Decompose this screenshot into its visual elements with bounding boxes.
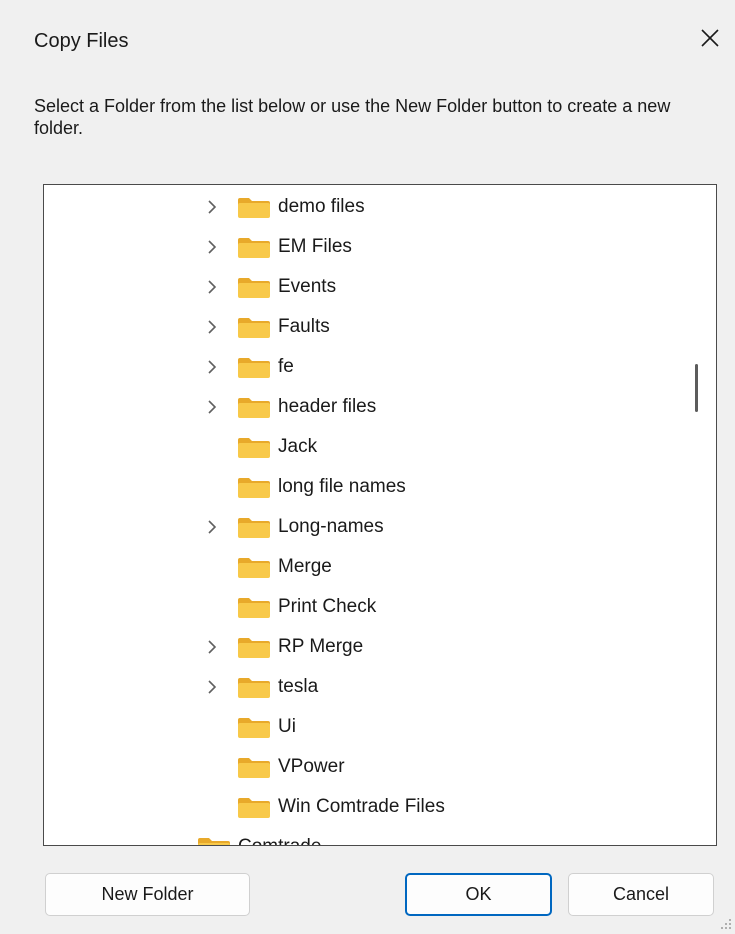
chevron-right-icon[interactable] xyxy=(204,279,220,295)
tree-item[interactable]: fe xyxy=(44,347,684,387)
folder-icon xyxy=(238,638,270,658)
tree-item-label: Ui xyxy=(278,716,296,737)
tree-item-label: long file names xyxy=(278,476,406,497)
tree-item-label: demo files xyxy=(278,196,365,217)
folder-icon xyxy=(238,358,270,378)
tree-item-partial[interactable]: Comtrade xyxy=(44,827,684,845)
chevron-right-icon[interactable] xyxy=(204,679,220,695)
tree-item-label: tesla xyxy=(278,676,319,697)
tree-item-label: Win Comtrade Files xyxy=(278,796,445,817)
tree-item-label: Print Check xyxy=(278,596,377,617)
folder-icon xyxy=(238,798,270,818)
resize-grip-icon[interactable] xyxy=(720,918,732,930)
tree-item[interactable]: Ui xyxy=(44,707,684,747)
ok-button[interactable]: OK xyxy=(405,873,552,916)
chevron-right-icon[interactable] xyxy=(204,519,220,535)
chevron-right-icon[interactable] xyxy=(204,239,220,255)
folder-icon xyxy=(238,518,270,538)
folder-icon xyxy=(238,438,270,458)
close-icon xyxy=(701,29,719,47)
tree-item-label: EM Files xyxy=(278,236,352,257)
folder-icon xyxy=(238,678,270,698)
chevron-right-icon[interactable] xyxy=(204,399,220,415)
tree-item-label: Jack xyxy=(278,436,318,457)
folder-icon xyxy=(238,238,270,258)
chevron-right-icon[interactable] xyxy=(204,359,220,375)
close-button[interactable] xyxy=(690,18,730,58)
new-folder-button[interactable]: New Folder xyxy=(45,873,250,916)
folder-icon xyxy=(238,278,270,298)
tree-item[interactable]: header files xyxy=(44,387,684,427)
tree-item[interactable]: Long-names xyxy=(44,507,684,547)
tree-item[interactable]: Merge xyxy=(44,547,684,587)
tree-item-label: VPower xyxy=(278,756,345,777)
folder-icon xyxy=(238,398,270,418)
tree-item[interactable]: Print Check xyxy=(44,587,684,627)
instructions-text: Select a Folder from the list below or u… xyxy=(34,96,671,138)
chevron-right-icon[interactable] xyxy=(204,319,220,335)
tree-item-label: Long-names xyxy=(278,516,384,537)
tree-item-label: Merge xyxy=(278,556,332,577)
copy-files-dialog: Copy Files Select a Folder from the list… xyxy=(0,0,735,934)
cancel-button[interactable]: Cancel xyxy=(568,873,714,916)
tree-item[interactable]: Faults xyxy=(44,307,684,347)
folder-icon xyxy=(238,198,270,218)
tree-item-label: Faults xyxy=(278,316,330,337)
tree-item[interactable]: demo files xyxy=(44,187,684,227)
folder-icon xyxy=(238,558,270,578)
folder-icon xyxy=(238,718,270,738)
folder-icon xyxy=(238,478,270,498)
scrollbar-thumb[interactable] xyxy=(695,364,698,412)
tree-item[interactable]: Events xyxy=(44,267,684,307)
tree-item[interactable]: long file names xyxy=(44,467,684,507)
dialog-title: Copy Files xyxy=(34,30,129,52)
tree-item-label: Events xyxy=(278,276,337,297)
tree-item-label: fe xyxy=(278,356,294,377)
folder-icon xyxy=(198,838,230,845)
folder-tree[interactable]: demo files EM Files Events Faults fe header f… xyxy=(43,184,717,846)
tree-item[interactable]: EM Files xyxy=(44,227,684,267)
folder-icon xyxy=(238,758,270,778)
tree-item[interactable]: RP Merge xyxy=(44,627,684,667)
chevron-right-icon[interactable] xyxy=(204,639,220,655)
title-bar[interactable]: Copy Files xyxy=(0,0,735,80)
tree-item[interactable]: VPower xyxy=(44,747,684,787)
tree-item[interactable]: Win Comtrade Files xyxy=(44,787,684,827)
folder-icon xyxy=(238,598,270,618)
tree-item-label: header files xyxy=(278,396,377,417)
tree-item-label: RP Merge xyxy=(278,636,364,657)
folder-icon xyxy=(238,318,270,338)
chevron-right-icon[interactable] xyxy=(204,199,220,215)
tree-item[interactable]: Jack xyxy=(44,427,684,467)
tree-item[interactable]: tesla xyxy=(44,667,684,707)
tree-item-label: Comtrade xyxy=(238,836,321,845)
